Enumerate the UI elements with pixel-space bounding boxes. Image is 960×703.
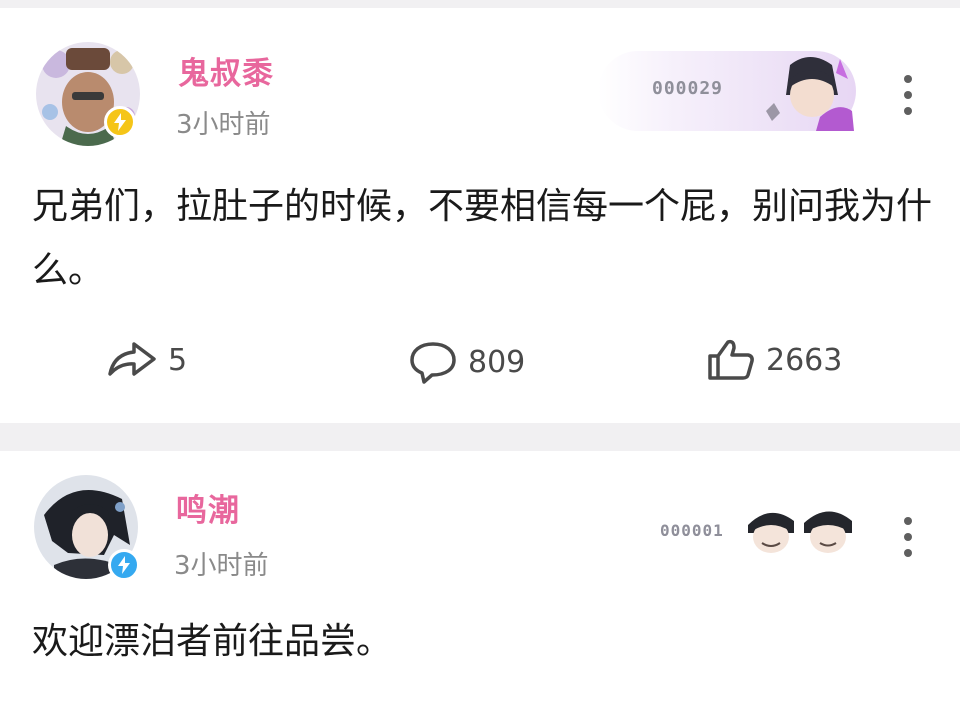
post-card: 鬼叔黍 3小时前 000029 兄弟们，拉肚子的时候，不要相信每一个屁，别问我为… [0,8,960,423]
post-time: 3小时前 [174,551,269,581]
decoration-number: 000029 [652,78,724,99]
comment-count: 809 [468,344,526,380]
share-button[interactable]: 5 [106,340,187,380]
like-button[interactable]: 2663 [706,338,842,382]
post-card: 鸣潮 3小时前 000001 欢迎漂泊者前往品尝。 [0,451,960,703]
more-options-icon[interactable] [902,517,914,565]
decoration-number: 000001 [660,521,724,540]
post-content: 欢迎漂泊者前往品尝。 [32,621,393,662]
post-content: 兄弟们，拉肚子的时候，不要相信每一个屁，别问我为什么。 [32,186,933,291]
decoration-character-icon [748,511,852,553]
verified-badge-icon [108,549,140,581]
like-icon [708,339,754,380]
decoration-card[interactable]: 000029 [598,51,856,131]
verified-badge-icon [104,106,136,138]
username[interactable]: 鸣潮 [176,485,240,530]
share-icon [108,342,156,376]
decoration-character-icon [766,57,854,131]
share-count: 5 [168,342,188,378]
more-options-icon[interactable] [902,75,914,123]
post-time: 3小时前 [176,110,271,140]
comment-icon [410,342,456,384]
comment-button[interactable]: 809 [408,340,525,384]
like-count: 2663 [766,342,843,378]
username[interactable]: 鬼叔黍 [178,48,274,93]
